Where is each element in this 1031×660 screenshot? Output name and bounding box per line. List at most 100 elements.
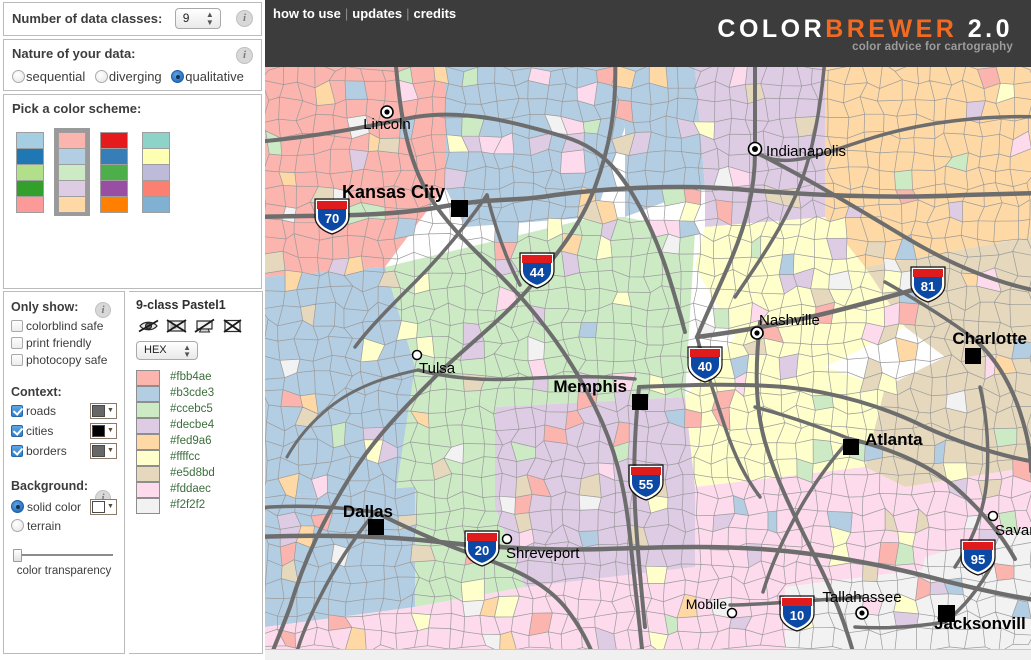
context-row-borders: borders ▼ <box>11 443 117 461</box>
checkbox-print-friendly[interactable]: print friendly <box>11 336 117 350</box>
radio-sequential[interactable]: sequential <box>12 69 85 84</box>
hex-list-item[interactable]: #ffffcc <box>136 449 255 465</box>
swatch <box>58 196 86 213</box>
background-row-solid: solid color ▼ <box>11 499 117 517</box>
hex-list-item[interactable]: #decbe4 <box>136 417 255 433</box>
hex-list-item[interactable]: #b3cde3 <box>136 385 255 401</box>
top-nav: how to use|updates|credits <box>273 6 456 21</box>
context-section: Context: i roads ▼ cities ▼ borders ▼ <box>11 383 117 461</box>
hex-list-item[interactable]: #fbb4ae <box>136 369 255 385</box>
swatch <box>100 148 128 165</box>
checkbox-roads[interactable]: roads <box>11 404 56 418</box>
swatch <box>100 180 128 197</box>
cities-color-button[interactable]: ▼ <box>90 423 117 439</box>
data-classes-select[interactable]: 9 ▲▼ <box>175 8 221 29</box>
color-format-select[interactable]: HEX ▲▼ <box>136 341 198 360</box>
color-scheme-list <box>12 128 253 216</box>
scheme-pastel1[interactable] <box>54 128 90 216</box>
hex-color-list: #fbb4ae #b3cde3 #ccebc5 #decbe4 #fed9a6 … <box>136 369 255 513</box>
checkbox-colorblind-safe[interactable]: colorblind safe <box>11 319 117 333</box>
chevron-down-icon: ▼ <box>106 501 115 513</box>
slider-handle[interactable] <box>13 549 22 562</box>
radio-terrain[interactable]: terrain <box>11 519 117 533</box>
radio-qualitative-dot <box>171 70 184 83</box>
scheme-set3[interactable] <box>138 128 174 216</box>
nav-credits[interactable]: credits <box>414 6 457 21</box>
hex-list-item[interactable]: #ccebc5 <box>136 401 255 417</box>
transparency-slider-section: color transparency <box>11 549 117 577</box>
stepper-arrows-icon: ▲▼ <box>206 11 214 27</box>
borders-color-button[interactable]: ▼ <box>90 443 117 459</box>
swatch <box>142 132 170 149</box>
info-icon-nature[interactable]: i <box>236 47 253 64</box>
info-icon-only-show[interactable]: i <box>95 302 111 318</box>
checkbox-photocopy-safe[interactable]: photocopy safe <box>11 353 117 367</box>
photocopy-unsafe-icon[interactable] <box>166 318 187 334</box>
map-county <box>894 170 912 190</box>
scheme-set1[interactable] <box>96 128 132 216</box>
radio-qualitative-label: qualitative <box>185 69 244 84</box>
hex-list-item[interactable]: #e5d8bd <box>136 465 255 481</box>
nav-how-to-use[interactable]: how to use <box>273 6 341 21</box>
slider-track-line <box>20 554 113 556</box>
checkbox-roads-box <box>11 405 23 417</box>
scheme-paired[interactable] <box>12 128 48 216</box>
checkbox-print-friendly-box <box>11 337 23 349</box>
hex-code: #b3cde3 <box>170 387 214 399</box>
map-county <box>779 354 798 380</box>
hex-code: #fbb4ae <box>170 371 212 383</box>
transparency-slider[interactable] <box>13 549 115 561</box>
data-nature-options: sequential diverging qualitative <box>12 69 253 84</box>
context-row-cities: cities ▼ <box>11 423 117 441</box>
map-canvas[interactable]: Lincoln Kansas City Indianapolis <box>265 67 1031 649</box>
chevron-down-icon: ▼ <box>106 425 115 437</box>
radio-qualitative[interactable]: qualitative <box>171 69 244 84</box>
hex-code: #f2f2f2 <box>170 499 205 511</box>
checkbox-cities-box <box>11 425 23 437</box>
radio-diverging[interactable]: diverging <box>95 69 162 84</box>
chevron-down-icon: ▼ <box>106 405 115 417</box>
radio-solid-color-dot <box>11 500 24 513</box>
map-county <box>560 150 585 174</box>
logo-brewer-text: BREWER <box>825 15 957 43</box>
logo-color-text: COLOR <box>717 15 825 43</box>
map-county <box>768 511 777 533</box>
checkbox-cities[interactable]: cities <box>11 424 53 438</box>
city-label-shreveport: Shreveport <box>506 545 580 562</box>
info-icon-classes[interactable]: i <box>236 10 253 27</box>
city-label-charlotte: Charlotte <box>952 329 1027 348</box>
lcd-unsafe-icon[interactable] <box>194 318 215 334</box>
hex-swatch <box>136 418 160 434</box>
radio-solid-color[interactable]: solid color <box>11 500 81 514</box>
hex-list-item[interactable]: #fed9a6 <box>136 433 255 449</box>
interstate-number: 70 <box>325 211 339 226</box>
scheme-set3-swatches <box>142 132 170 213</box>
hex-list-item[interactable]: #fddaec <box>136 481 255 497</box>
swatch <box>142 164 170 181</box>
context-label: Context: <box>11 385 62 399</box>
map-svg: Lincoln Kansas City Indianapolis <box>265 67 1031 649</box>
nav-updates[interactable]: updates <box>352 6 402 21</box>
checkbox-borders[interactable]: borders <box>11 444 67 458</box>
colorbrewer-app: Number of data classes: 9 ▲▼ i Nature of… <box>0 0 1031 660</box>
hex-list-item[interactable]: #f2f2f2 <box>136 497 255 513</box>
roads-color-button[interactable]: ▼ <box>90 403 117 419</box>
logo-version-text: 2.0 <box>957 15 1013 43</box>
color-format-value: HEX <box>144 344 167 356</box>
city-label-atlanta: Atlanta <box>865 430 923 449</box>
hex-swatch <box>136 450 160 466</box>
colorblind-unsafe-icon[interactable] <box>138 318 159 334</box>
hex-panel: 9-class Pastel1 <box>129 291 263 654</box>
background-color-button[interactable]: ▼ <box>90 499 117 515</box>
print-unsafe-icon[interactable] <box>222 318 243 334</box>
map-bottom-strip <box>265 649 1031 660</box>
checkbox-print-friendly-label: print friendly <box>26 336 91 350</box>
scheme-title: 9-class Pastel1 <box>136 298 255 312</box>
map-county <box>345 81 368 100</box>
background-section: Background: solid color ▼ terrain <box>11 477 117 533</box>
radio-diverging-label: diverging <box>109 69 162 84</box>
nav-separator: | <box>345 6 348 21</box>
interstate-number: 55 <box>639 477 653 492</box>
hex-swatch <box>136 482 160 498</box>
radio-sequential-dot <box>12 70 25 83</box>
